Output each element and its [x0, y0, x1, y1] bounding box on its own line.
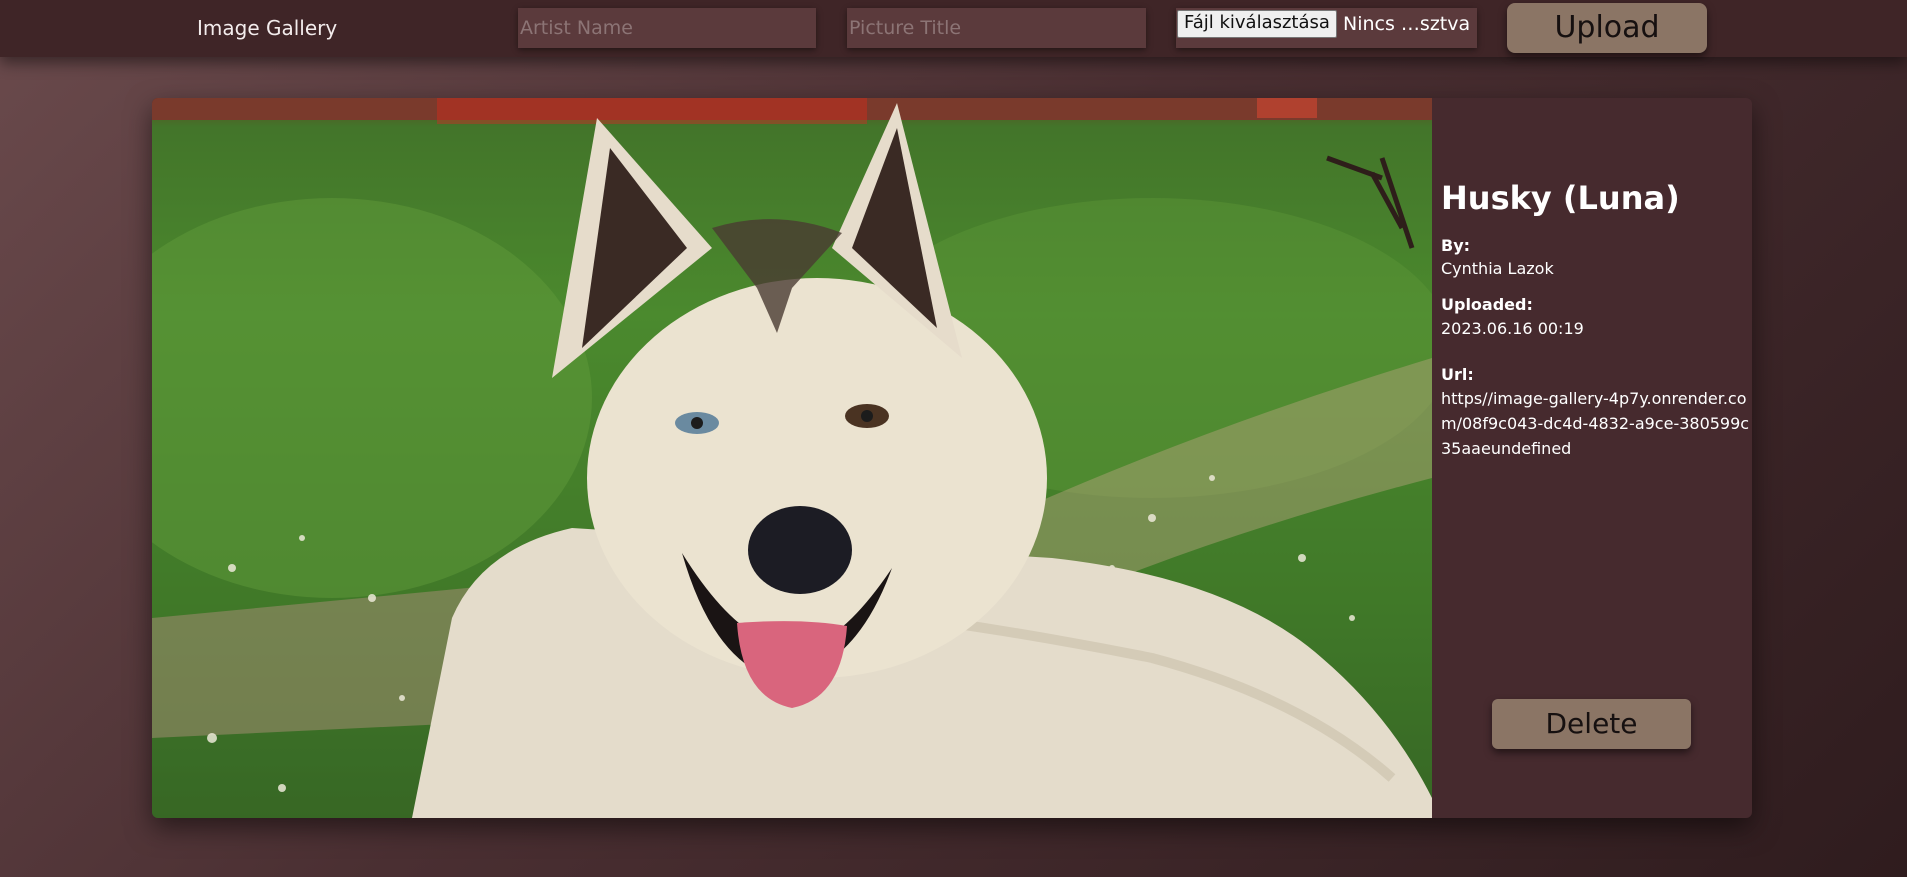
- artist-name-input[interactable]: [518, 8, 816, 48]
- file-status-text: Nincs …sztva: [1343, 13, 1471, 35]
- image-url: https//image-gallery-4p7y.onrender.com/0…: [1441, 389, 1750, 458]
- file-picker[interactable]: Fájl kiválasztása Nincs …sztva: [1176, 8, 1477, 48]
- picture-title-input[interactable]: [847, 8, 1146, 48]
- upload-button[interactable]: Upload: [1507, 3, 1707, 53]
- dog-nose: [748, 506, 852, 594]
- picture-title: Husky (Luna): [1441, 179, 1680, 217]
- artist-name: Cynthia Lazok: [1441, 259, 1554, 278]
- uploaded-label: Uploaded:: [1441, 295, 1533, 314]
- url-label: Url:: [1441, 365, 1474, 384]
- by-label: By:: [1441, 236, 1471, 255]
- choose-file-button[interactable]: Fájl kiválasztása: [1177, 10, 1337, 38]
- husky-photo[interactable]: [152, 98, 1432, 818]
- uploaded-date: 2023.06.16 00:19: [1441, 319, 1584, 338]
- husky-illustration: [152, 98, 1432, 818]
- top-navbar: Image Gallery Fájl kiválasztása Nincs …s…: [0, 0, 1907, 57]
- app-title: Image Gallery: [197, 16, 338, 40]
- delete-button[interactable]: Delete: [1492, 699, 1691, 749]
- dog-head: [587, 278, 1047, 678]
